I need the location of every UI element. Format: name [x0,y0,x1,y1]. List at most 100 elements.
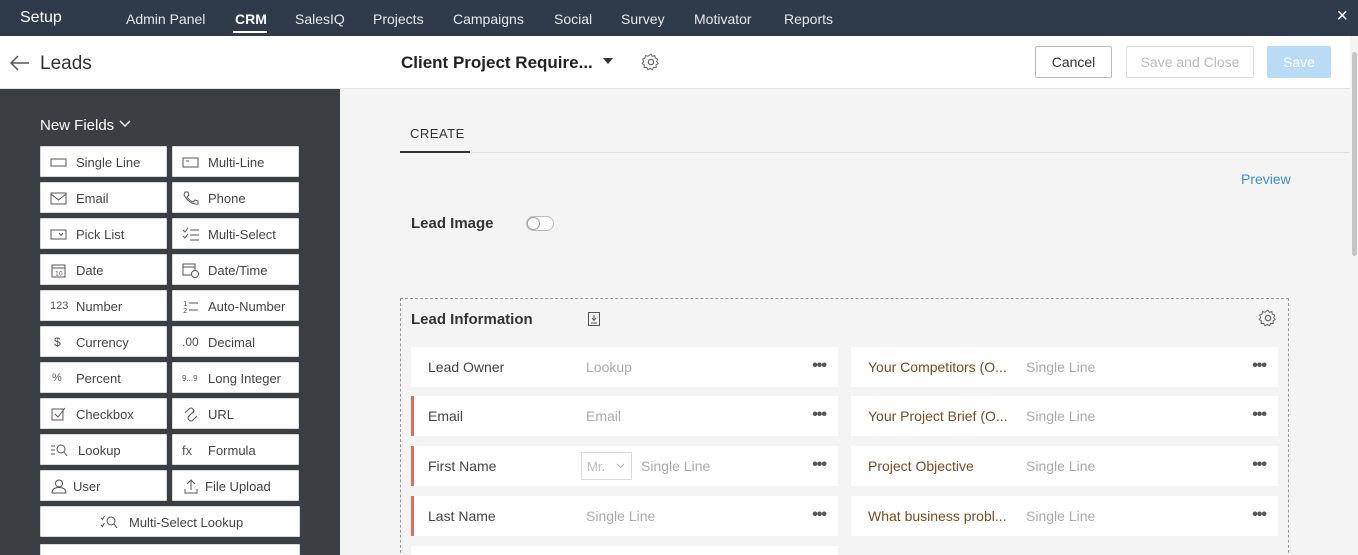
field-pick-list[interactable]: Pick List [40,218,167,249]
field-label: Long Integer [208,371,282,386]
field-row-email[interactable]: Email Email ••• [411,396,838,436]
field-date[interactable]: 10 Date [40,254,167,285]
field-multi-select[interactable]: Multi-Select [172,218,299,249]
more-options-icon[interactable]: ••• [1252,358,1267,374]
field-row-type: Single Line [1026,458,1096,474]
field-phone[interactable]: Phone [172,182,299,213]
more-options-icon[interactable]: ••• [1252,507,1267,523]
close-icon[interactable]: × [1336,6,1348,26]
field-multi-line[interactable]: Multi-Line [172,146,299,177]
back-arrow-icon[interactable] [8,51,32,75]
more-options-icon[interactable]: ••• [812,407,827,423]
field-row-first-name[interactable]: First Name Mr. Single Line ••• [411,446,838,486]
field-label: Auto-Number [208,299,286,314]
field-label: Currency [76,335,129,350]
more-options-icon[interactable]: ••• [812,507,827,523]
top-navigation-bar: Setup Admin Panel CRM SalesIQ Projects C… [0,0,1358,36]
vertical-scrollbar[interactable] [1350,36,1358,555]
email-icon [50,192,67,205]
nav-item-salesiq[interactable]: SalesIQ [295,11,345,27]
field-row-label: Project Objective [868,458,974,474]
field-percent[interactable]: % Percent [40,362,167,393]
percent-icon: % [52,372,62,384]
field-label: Decimal [208,335,255,350]
nav-item-motivator[interactable]: Motivator [694,11,752,27]
nav-item-admin-panel[interactable]: Admin Panel [126,11,205,27]
field-row-label: Last Name [428,508,496,524]
field-row-type: Single Line [1026,408,1096,424]
nav-item-social[interactable]: Social [554,11,592,27]
tab-create[interactable]: CREATE [410,126,465,141]
field-label: Multi-Select Lookup [129,515,244,530]
section-gear-icon[interactable] [1258,308,1278,328]
nav-item-crm[interactable]: CRM [235,11,267,27]
field-row-partial[interactable] [411,546,838,555]
caret-down-icon[interactable] [603,58,613,64]
pick-list-icon [50,229,67,240]
phone-icon [183,191,199,205]
chevron-down-icon[interactable] [118,119,132,129]
nav-item-survey[interactable]: Survey [621,11,665,27]
decimal-icon: .00 [182,335,199,349]
chevron-down-icon [616,463,625,469]
save-button[interactable]: Save [1267,46,1331,78]
field-number[interactable]: 123 Number [40,290,167,321]
field-multi-select-lookup[interactable]: Multi-Select Lookup [40,506,300,537]
section-document-icon[interactable] [587,311,601,327]
field-label: Percent [76,371,121,386]
field-label: Email [76,191,109,206]
scrollbar-thumb[interactable] [1352,52,1357,256]
save-and-close-button[interactable]: Save and Close [1126,46,1254,78]
nav-item-projects[interactable]: Projects [373,11,424,27]
field-row-your-competitors[interactable]: Your Competitors (O... Single Line ••• [851,347,1278,387]
lead-image-toggle[interactable] [526,216,554,231]
field-row-type: Single Line [586,508,656,524]
formula-icon: fx [182,443,193,458]
field-lookup[interactable]: Lookup [40,434,167,465]
gear-icon[interactable] [641,52,661,72]
more-options-icon[interactable]: ••• [1252,407,1267,423]
section-title[interactable]: Lead Information [411,311,533,328]
field-long-integer[interactable]: 9...9 Long Integer [172,362,299,393]
field-row-label: Lead Owner [428,359,505,375]
field-date-time[interactable]: Date/Time [172,254,299,285]
field-url[interactable]: URL [172,398,299,429]
tab-divider [400,152,1350,153]
field-partially-visible[interactable] [40,544,300,555]
field-file-upload[interactable]: File Upload [172,470,299,501]
new-fields-title[interactable]: New Fields [40,117,114,134]
url-icon [184,407,198,422]
more-options-icon[interactable]: ••• [1252,457,1267,473]
field-row-label: First Name [428,458,497,474]
layout-name-selector[interactable]: Client Project Require... [401,53,593,73]
field-label: Formula [208,443,256,458]
field-row-your-project-brief[interactable]: Your Project Brief (O... Single Line ••• [851,396,1278,436]
field-row-project-objective[interactable]: Project Objective Single Line ••• [851,446,1278,486]
field-row-type: Single Line [641,458,711,474]
preview-link[interactable]: Preview [1241,171,1291,187]
field-row-lead-owner[interactable]: Lead Owner Lookup ••• [411,347,838,387]
field-single-line[interactable]: Single Line [40,146,167,177]
more-options-icon[interactable]: ••• [812,457,827,473]
field-auto-number[interactable]: 12 Auto-Number [172,290,299,321]
nav-item-campaigns[interactable]: Campaigns [453,11,524,27]
setup-title[interactable]: Setup [20,9,62,27]
cancel-button[interactable]: Cancel [1035,46,1112,78]
field-checkbox[interactable]: Checkbox [40,398,167,429]
field-formula[interactable]: fx Formula [172,434,299,465]
active-tab-indicator [400,151,470,153]
nav-item-reports[interactable]: Reports [784,11,833,27]
lead-information-section: Lead Information Lead Owner Lookup ••• E… [400,298,1289,555]
field-label: Checkbox [76,407,134,422]
field-row-what-business-problem[interactable]: What business probl... Single Line ••• [851,496,1278,536]
field-user[interactable]: User [40,470,167,501]
field-row-last-name[interactable]: Last Name Single Line ••• [411,496,838,536]
field-row-label: Email [428,408,464,424]
field-decimal[interactable]: .00 Decimal [172,326,299,357]
field-currency[interactable]: $ Currency [40,326,167,357]
more-options-icon[interactable]: ••• [812,358,827,374]
field-email[interactable]: Email [40,182,167,213]
field-label: File Upload [205,479,271,494]
salutation-select[interactable]: Mr. [581,452,632,480]
field-row-type: Email [586,408,622,424]
